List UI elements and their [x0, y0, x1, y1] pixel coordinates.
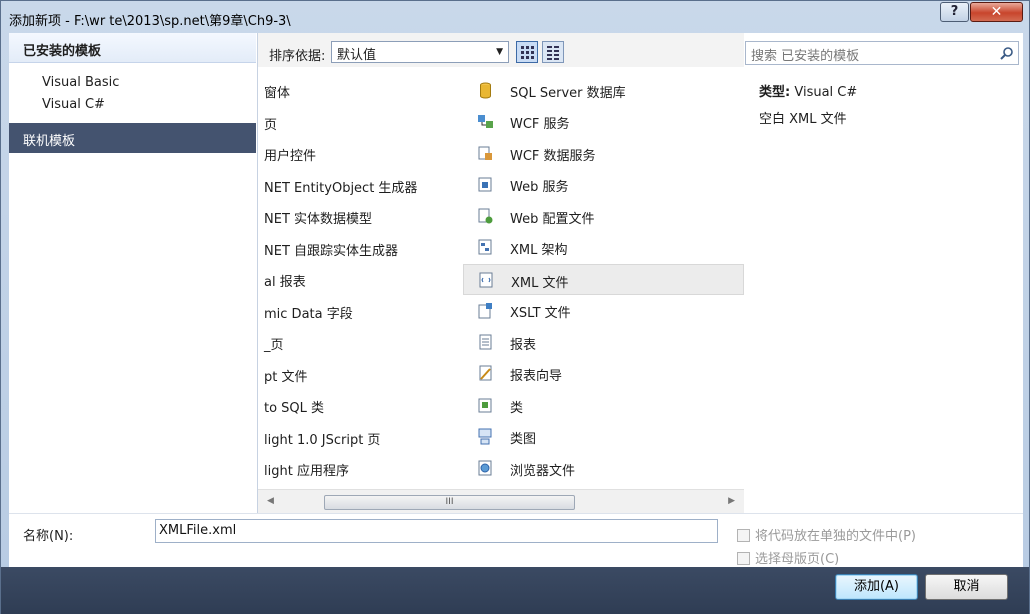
template-xslt-file[interactable]: XSLT 文件 [463, 295, 744, 326]
help-button[interactable]: ? [940, 2, 969, 22]
list-item[interactable]: mic Data 字段 [264, 303, 353, 322]
template-class-diagram[interactable]: 类图 [463, 421, 744, 452]
search-input[interactable]: 搜索 已安装的模板 [745, 41, 1019, 65]
cancel-button[interactable]: 取消 [925, 574, 1008, 600]
template-label: WCF 数据服务 [510, 149, 596, 164]
template-wcf-service[interactable]: WCF 服务 [463, 106, 744, 137]
template-list: 窗体 页 用户控件 NET EntityObject 生成器 NET 实体数据模… [258, 67, 744, 489]
category-visual-csharp[interactable]: Visual C# [42, 97, 105, 112]
template-xml-file[interactable]: XML 文件 [463, 264, 744, 295]
template-label: SQL Server 数据库 [510, 86, 626, 101]
sort-toolbar: 排序依据: 默认值 ▼ [258, 33, 744, 67]
list-item[interactable]: 窗体 [264, 82, 290, 101]
template-web-service[interactable]: Web 服务 [463, 169, 744, 200]
type-key: 类型: [759, 85, 791, 100]
template-label: 报表向导 [510, 369, 563, 384]
list-item[interactable]: NET EntityObject 生成器 [264, 177, 417, 196]
checkbox-icon [737, 529, 750, 542]
horizontal-scrollbar[interactable]: ◀ III ▶ [258, 489, 744, 513]
list-item[interactable]: al 报表 [264, 271, 306, 290]
template-label: 类 [510, 401, 524, 416]
sort-dropdown[interactable]: 默认值 ▼ [331, 41, 509, 63]
window-title: 添加新项 - F:\wr te\2013\sp.net\第9章\Ch9-3\ [9, 14, 291, 29]
template-label: XML 架构 [510, 243, 568, 258]
template-browser-file[interactable]: 浏览器文件 [463, 453, 744, 484]
list-item[interactable]: light 1.0 JScript 页 [264, 429, 380, 448]
class-icon [478, 398, 492, 413]
search-placeholder: 搜索 已安装的模板 [751, 49, 860, 64]
template-label: WCF 服务 [510, 117, 570, 132]
xslt-file-icon [478, 303, 492, 319]
template-label: XSLT 文件 [510, 306, 571, 321]
select-master-page-checkbox[interactable]: 选择母版页(C) [737, 548, 839, 567]
list-item[interactable]: light 应用程序 [264, 460, 349, 479]
class-diagram-icon [478, 428, 492, 445]
template-xml-schema[interactable]: XML 架构 [463, 232, 744, 263]
scroll-right-icon[interactable]: ▶ [728, 496, 735, 506]
add-new-item-dialog: 添加新项 - F:\wr te\2013\sp.net\第9章\Ch9-3\ ?… [0, 0, 1030, 614]
separate-code-checkbox[interactable]: 将代码放在单独的文件中(P) [737, 525, 916, 544]
search-icon[interactable] [999, 46, 1014, 61]
xml-schema-icon [478, 239, 492, 255]
browser-file-icon [478, 460, 492, 476]
xml-file-icon [479, 272, 493, 288]
list-item[interactable]: NET 自跟踪实体生成器 [264, 240, 398, 259]
template-class[interactable]: 类 [463, 390, 744, 421]
list-view-icon [547, 46, 559, 60]
template-label: 浏览器文件 [510, 464, 576, 479]
template-sql-server-database[interactable]: SQL Server 数据库 [463, 75, 744, 106]
template-label: 类图 [510, 432, 537, 447]
report-icon [479, 334, 492, 350]
list-item[interactable]: 页 [264, 114, 277, 133]
template-category-panel: 已安装的模板 Visual Basic Visual C# 联机模板 [9, 33, 256, 513]
template-wcf-data-service[interactable]: WCF 数据服务 [463, 138, 744, 169]
template-report-wizard[interactable]: 报表向导 [463, 358, 744, 389]
checkbox-label: 选择母版页(C) [755, 552, 840, 567]
online-templates-item[interactable]: 联机模板 [9, 123, 256, 153]
add-button[interactable]: 添加(A) [835, 574, 918, 600]
checkbox-icon [737, 552, 750, 565]
name-label: 名称(N): [23, 529, 74, 544]
template-label: XML 文件 [511, 276, 569, 291]
name-field[interactable]: XMLFile.xml [155, 519, 718, 543]
template-description: 空白 XML 文件 [759, 112, 847, 127]
template-info-panel: 搜索 已安装的模板 类型: Visual C# 空白 XML 文件 [745, 33, 1023, 513]
scroll-left-icon[interactable]: ◀ [267, 496, 274, 506]
dropdown-arrow-icon: ▼ [496, 47, 503, 57]
template-type: 类型: Visual C# [759, 81, 857, 100]
web-config-icon [478, 208, 493, 224]
checkbox-label: 将代码放在单独的文件中(P) [755, 529, 916, 544]
template-label: 报表 [510, 338, 537, 353]
list-item[interactable]: 用户控件 [264, 145, 316, 164]
list-item[interactable]: _页 [264, 334, 284, 353]
button-bar: 添加(A) 取消 [1, 567, 1029, 614]
template-label: Web 配置文件 [510, 212, 595, 227]
template-list-panel: 排序依据: 默认值 ▼ 窗体 页 用户控件 NET EntityObject 生… [257, 33, 744, 513]
template-label: Web 服务 [510, 180, 569, 195]
template-web-config[interactable]: Web 配置文件 [463, 201, 744, 232]
type-value: Visual C# [794, 85, 858, 100]
wcf-data-service-icon [478, 146, 492, 160]
title-bar[interactable]: 添加新项 - F:\wr te\2013\sp.net\第9章\Ch9-3\ ?… [1, 1, 1030, 37]
database-icon [480, 82, 491, 99]
name-area: 名称(N): XMLFile.xml 将代码放在单独的文件中(P) 选择母版页(… [9, 513, 1023, 567]
list-item[interactable]: to SQL 类 [264, 397, 324, 416]
sort-label: 排序依据: [269, 49, 326, 64]
list-item[interactable]: NET 实体数据模型 [264, 208, 372, 227]
dialog-client-area: 已安装的模板 Visual Basic Visual C# 联机模板 排序依据:… [9, 33, 1023, 567]
grid-view-icon [521, 46, 534, 59]
web-service-icon [478, 177, 492, 192]
report-wizard-icon [479, 365, 492, 381]
scrollbar-thumb[interactable]: III [324, 495, 575, 510]
category-visual-basic[interactable]: Visual Basic [42, 75, 119, 90]
medium-icons-view-button[interactable] [516, 41, 538, 63]
sort-value: 默认值 [337, 48, 377, 63]
installed-templates-header[interactable]: 已安装的模板 [9, 33, 256, 63]
close-button[interactable]: ✕ [970, 2, 1023, 22]
template-report[interactable]: 报表 [463, 327, 744, 358]
small-icons-view-button[interactable] [542, 41, 564, 63]
list-item[interactable]: pt 文件 [264, 366, 307, 385]
wcf-service-icon [478, 115, 493, 128]
